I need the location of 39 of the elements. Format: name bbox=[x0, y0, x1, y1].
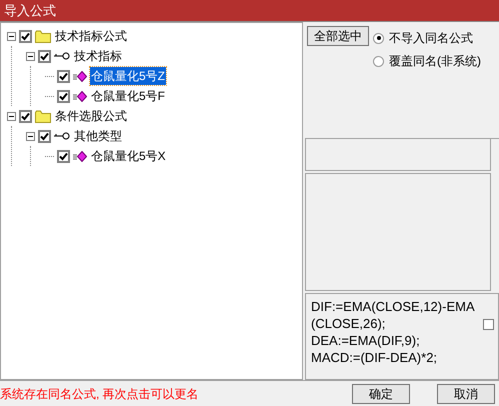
tree-item[interactable]: 技术指标 bbox=[73, 47, 123, 65]
tree-item[interactable]: 条件选股公式 bbox=[54, 107, 128, 125]
checkbox[interactable] bbox=[57, 150, 70, 162]
status-message: 系统存在同名公式, 再次点击可以更名 bbox=[0, 386, 200, 402]
key-icon bbox=[54, 132, 70, 140]
tree-item[interactable]: 仓鼠量化5号X bbox=[90, 147, 167, 165]
folder-icon bbox=[35, 110, 51, 122]
dialog-button[interactable]: 确定 bbox=[352, 384, 410, 404]
expander-icon[interactable] bbox=[26, 52, 35, 60]
option-label: 覆盖同名(非系统) bbox=[389, 53, 481, 70]
checkbox[interactable] bbox=[57, 90, 70, 102]
checkbox[interactable] bbox=[483, 319, 494, 330]
checkbox[interactable] bbox=[38, 130, 51, 142]
tree-item[interactable]: 技术指标公式 bbox=[54, 27, 128, 45]
formula-line: MACD:=(DIF-DEA)*2; bbox=[311, 349, 438, 366]
formula-line: DEA:=EMA(DIF,9); bbox=[311, 332, 421, 349]
tree-item[interactable]: 仓鼠量化5号Z bbox=[90, 67, 166, 85]
diamond-icon bbox=[73, 90, 87, 102]
key-icon bbox=[54, 52, 70, 60]
checkbox[interactable] bbox=[57, 70, 70, 82]
option-label: 不导入同名公式 bbox=[389, 30, 473, 47]
window-title: 导入公式 bbox=[4, 2, 56, 20]
diamond-icon bbox=[73, 70, 87, 82]
folder-icon bbox=[35, 30, 51, 42]
checkbox[interactable] bbox=[19, 110, 32, 122]
formula-line: (CLOSE,26); bbox=[311, 315, 386, 332]
dialog-button[interactable]: 取消 bbox=[437, 384, 495, 404]
expander-icon[interactable] bbox=[26, 132, 35, 140]
radio-button[interactable] bbox=[373, 32, 384, 44]
formula-line: DIF:=EMA(CLOSE,12)-EMA bbox=[311, 298, 476, 315]
expander-icon[interactable] bbox=[7, 112, 16, 120]
expander-icon[interactable] bbox=[7, 32, 16, 40]
tree-item[interactable]: 其他类型 bbox=[73, 127, 123, 145]
select-all-button[interactable]: 全部选中 bbox=[307, 26, 369, 46]
checkbox[interactable] bbox=[19, 30, 32, 42]
radio-button[interactable] bbox=[373, 56, 384, 66]
checkbox[interactable] bbox=[38, 50, 51, 62]
tree-item[interactable]: 仓鼠量化5号F bbox=[90, 87, 166, 105]
diamond-icon bbox=[73, 150, 87, 162]
